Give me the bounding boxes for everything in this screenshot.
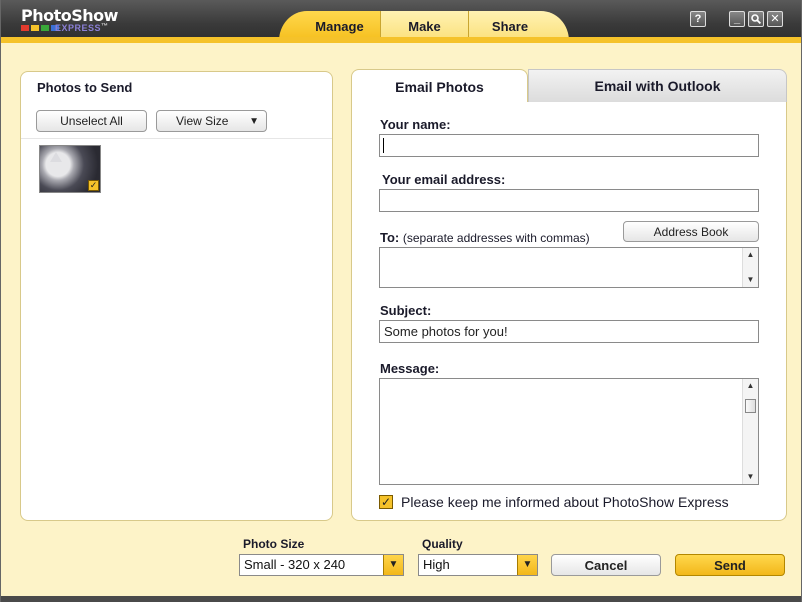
quality-value: High: [423, 557, 450, 572]
your-name-input[interactable]: [379, 134, 759, 157]
chevron-down-icon: ▼: [249, 116, 259, 127]
logo-dot-green: [41, 25, 49, 31]
tab-email-with-outlook[interactable]: Email with Outlook: [528, 69, 787, 103]
title-bar: PhotoShow EXPRESS™ Manage Make Share ? _…: [1, 0, 801, 41]
your-name-label: Your name:: [380, 117, 451, 132]
scroll-up-icon[interactable]: ▲: [743, 248, 758, 262]
app-window: PhotoShow EXPRESS™ Manage Make Share ? _…: [0, 0, 802, 602]
logo-sub-text: EXPRESS: [55, 23, 102, 33]
email-address-input[interactable]: [379, 189, 759, 212]
app-logo: PhotoShow EXPRESS™: [21, 6, 118, 33]
message-scrollbar[interactable]: ▲ ▼: [742, 379, 758, 484]
quality-select[interactable]: High ▼: [418, 554, 538, 576]
message-textarea[interactable]: ▲ ▼: [379, 378, 759, 485]
photo-size-label: Photo Size: [243, 537, 305, 551]
to-label-row: To: (separate addresses with commas): [380, 230, 590, 245]
logo-trademark: ™: [101, 23, 109, 30]
keep-informed-row: ✓ Please keep me informed about PhotoSho…: [379, 494, 729, 510]
message-label: Message:: [380, 361, 440, 376]
subject-label: Subject:: [380, 303, 432, 318]
tab-email-photos[interactable]: Email Photos: [351, 69, 528, 103]
view-size-label: View Size: [176, 114, 229, 128]
photos-to-send-panel: Photos to Send Unselect All View Size ▼ …: [20, 71, 333, 521]
photo-thumbnail[interactable]: ✓: [39, 145, 101, 193]
window-bottom-edge: [1, 596, 801, 602]
window-controls: ? _ ✕: [690, 11, 783, 27]
search-icon: [751, 14, 761, 24]
keep-informed-label[interactable]: Please keep me informed about PhotoShow …: [401, 494, 729, 510]
to-recipients-input[interactable]: ▲ ▼: [379, 247, 759, 288]
logo-dot-yellow: [31, 25, 39, 31]
minimize-button[interactable]: _: [729, 11, 745, 27]
logo-sub-wrap: EXPRESS™: [55, 23, 109, 33]
to-scrollbar[interactable]: ▲ ▼: [742, 248, 758, 287]
scroll-up-icon[interactable]: ▲: [743, 379, 758, 393]
text-caret: [383, 138, 384, 153]
cancel-button[interactable]: Cancel: [551, 554, 661, 576]
view-size-dropdown[interactable]: View Size ▼: [156, 110, 267, 132]
photo-selected-checkbox[interactable]: ✓: [88, 180, 99, 191]
help-button[interactable]: ?: [690, 11, 706, 27]
scroll-down-icon[interactable]: ▼: [743, 470, 758, 484]
scrollbar-thumb[interactable]: [745, 399, 756, 413]
logo-dot-red: [21, 25, 29, 31]
close-button[interactable]: ✕: [767, 11, 783, 27]
header-accent-strip: [1, 37, 801, 43]
send-button[interactable]: Send: [675, 554, 785, 576]
unselect-all-button[interactable]: Unselect All: [36, 110, 147, 132]
chevron-down-icon: ▼: [517, 555, 537, 575]
to-hint: (separate addresses with commas): [402, 231, 590, 245]
chevron-down-icon: ▼: [383, 555, 403, 575]
cat-photo-detail: [50, 152, 62, 162]
quality-label: Quality: [422, 537, 463, 551]
keep-informed-checkbox[interactable]: ✓: [379, 495, 393, 509]
photos-to-send-title: Photos to Send: [37, 80, 133, 95]
address-book-button[interactable]: Address Book: [623, 221, 759, 242]
photo-size-select[interactable]: Small - 320 x 240 ▼: [239, 554, 404, 576]
panel-divider: [21, 138, 332, 139]
to-label: To:: [380, 230, 400, 245]
subject-input[interactable]: [379, 320, 759, 343]
logo-dots: [21, 25, 59, 31]
search-button[interactable]: [748, 11, 764, 27]
email-address-label: Your email address:: [382, 172, 506, 187]
photo-size-value: Small - 320 x 240: [244, 557, 346, 572]
scroll-down-icon[interactable]: ▼: [743, 273, 758, 287]
